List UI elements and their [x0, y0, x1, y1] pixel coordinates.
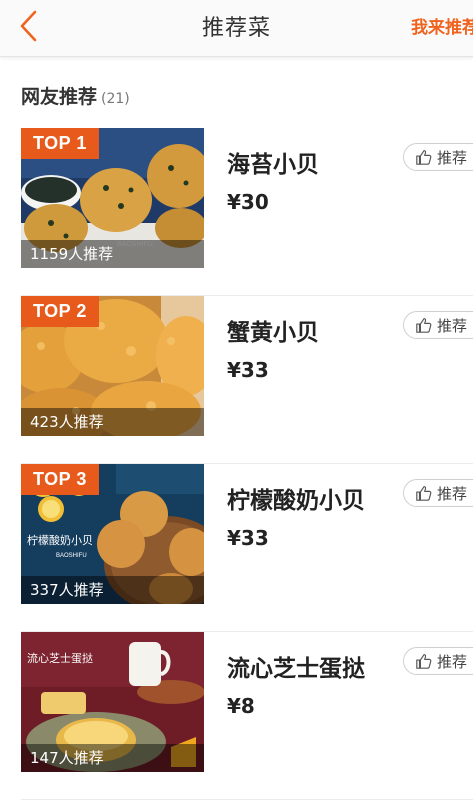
top-nav-bar: 推荐菜 我来推荐	[0, 0, 473, 57]
recommend-button[interactable]: 推荐	[403, 311, 473, 339]
photo-caption-text: 柠檬酸奶小贝	[27, 533, 93, 547]
dish-photo[interactable]: BAOSHIFU TOP 1 1159人推荐	[21, 128, 204, 268]
dish-price: ¥33	[227, 526, 269, 550]
recommend-button-label: 推荐	[437, 316, 468, 335]
dish-price: ¥30	[227, 190, 269, 214]
dish-item[interactable]: 流心芝士蛋挞 147人推荐 流心芝士蛋挞 ¥8 推荐	[0, 632, 473, 800]
photo-caption-text: 流心芝士蛋挞	[27, 651, 93, 665]
recommendation-count: 423人推荐	[21, 408, 204, 436]
recommend-button[interactable]: 推荐	[403, 479, 473, 507]
recommend-button[interactable]: 推荐	[403, 647, 473, 675]
rank-badge: TOP 2	[21, 296, 99, 327]
section-count: (21)	[101, 91, 130, 107]
dish-price: ¥8	[227, 694, 255, 718]
dish-price: ¥33	[227, 358, 269, 382]
recommendation-count: 1159人推荐	[21, 240, 204, 268]
dish-item[interactable]: TOP 2 423人推荐 蟹黄小贝 ¥33 推荐	[0, 296, 473, 464]
thumbs-up-icon	[416, 318, 432, 333]
dish-photo[interactable]: 流心芝士蛋挞 147人推荐	[21, 632, 204, 772]
dish-photo[interactable]: 柠檬酸奶小贝 BAOSHIFU TOP 3 337人推荐	[21, 464, 204, 604]
recommendation-count: 337人推荐	[21, 576, 204, 604]
thumbs-up-icon	[416, 486, 432, 501]
rank-badge: TOP 3	[21, 464, 99, 495]
rank-badge: TOP 1	[21, 128, 99, 159]
dish-item[interactable]: 柠檬酸奶小贝 BAOSHIFU TOP 3 337人推荐 柠檬酸奶小贝 ¥33 …	[0, 464, 473, 632]
dish-name[interactable]: 流心芝士蛋挞	[227, 649, 365, 683]
photo-brand-text: BAOSHIFU	[56, 553, 87, 559]
recommend-dish-link[interactable]: 我来推荐	[411, 13, 473, 38]
recommend-button-label: 推荐	[437, 148, 468, 167]
recommended-dishes-page: 推荐菜 我来推荐 网友推荐 (21) BAOSHIFU TOP 1 1159人推…	[0, 0, 473, 800]
section-title-text: 网友推荐	[21, 86, 98, 108]
dish-name[interactable]: 柠檬酸奶小贝	[227, 481, 365, 515]
recommend-button-label: 推荐	[437, 484, 468, 503]
recommend-button-label: 推荐	[437, 652, 468, 671]
thumbs-up-icon	[416, 654, 432, 669]
recommend-button[interactable]: 推荐	[403, 143, 473, 171]
dish-photo[interactable]: TOP 2 423人推荐	[21, 296, 204, 436]
dish-item[interactable]: BAOSHIFU TOP 1 1159人推荐 海苔小贝 ¥30 推荐	[0, 128, 473, 296]
section-title: 网友推荐 (21)	[21, 82, 130, 109]
page-title: 推荐菜	[201, 16, 271, 41]
recommendation-count: 147人推荐	[21, 744, 204, 772]
dish-name[interactable]: 蟹黄小贝	[227, 313, 319, 347]
thumbs-up-icon	[416, 150, 432, 165]
dish-name[interactable]: 海苔小贝	[227, 145, 319, 179]
